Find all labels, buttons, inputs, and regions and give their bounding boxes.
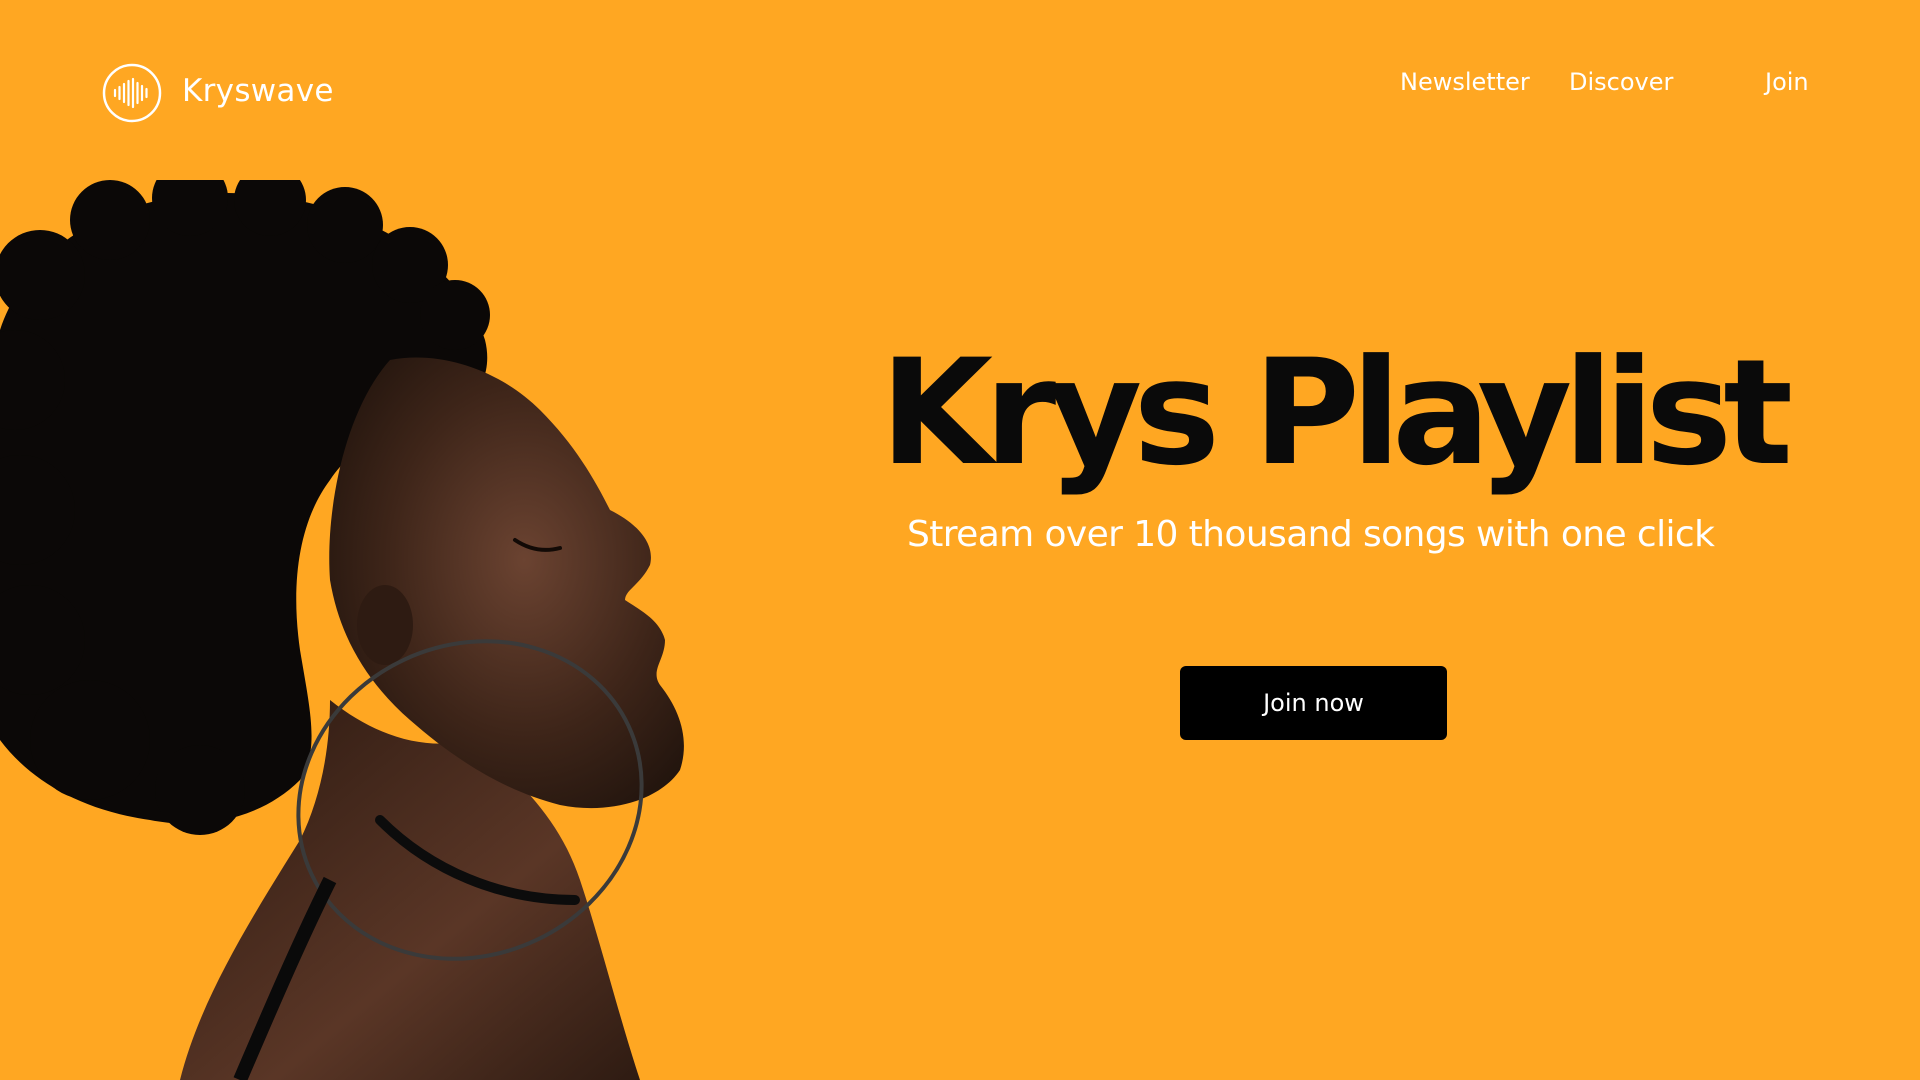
page-title: Krys Playlist xyxy=(880,328,1793,498)
nav-link-newsletter[interactable]: Newsletter xyxy=(1400,68,1530,96)
woman-profile-photo xyxy=(0,180,684,1080)
brand-name: Kryswave xyxy=(182,73,334,109)
hero-subtitle: Stream over 10 thousand songs with one c… xyxy=(907,514,1715,555)
nav-link-discover[interactable]: Discover xyxy=(1569,68,1673,96)
nav-link-join[interactable]: Join xyxy=(1765,68,1809,96)
join-now-button[interactable]: Join now xyxy=(1180,666,1447,740)
sound-wave-circle-icon xyxy=(102,63,162,123)
landing-page: Kryswave Newsletter Discover Join Krys P… xyxy=(0,0,1920,1080)
brand-logo[interactable]: Kryswave xyxy=(102,63,334,123)
ear-shape xyxy=(357,585,413,665)
